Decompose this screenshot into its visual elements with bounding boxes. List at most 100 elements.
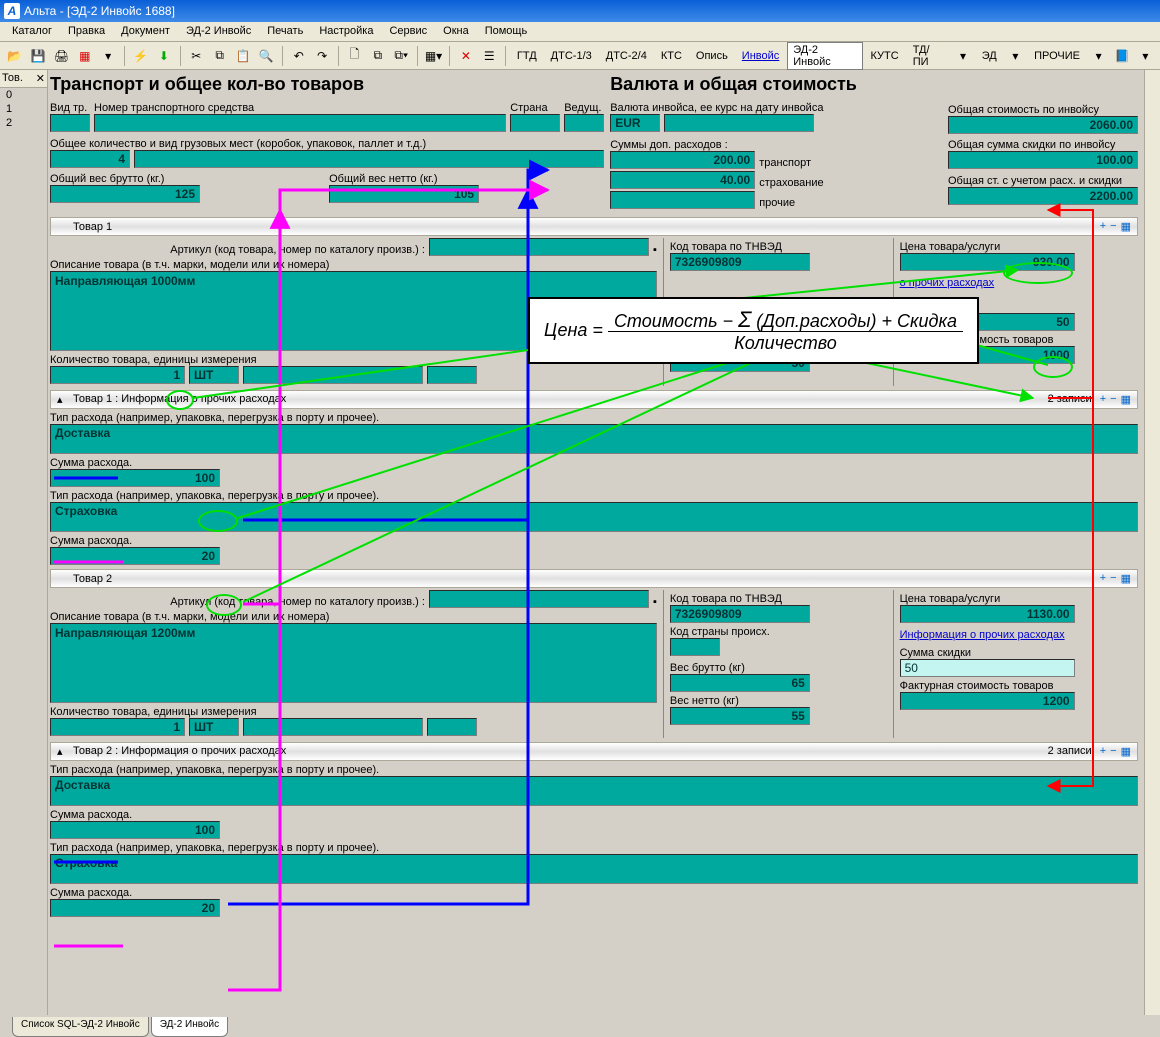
properties-icon[interactable]: ☰ [479,45,500,67]
dropdown-icon[interactable]: ▾ [952,45,973,67]
good1-expenses-header[interactable]: ▴Товар 1 : Информация о прочих расходах … [50,390,1138,409]
close-icon[interactable]: ✕ [36,72,45,85]
unit2-field[interactable] [427,366,477,384]
collapse-icon[interactable]: ▴ [57,393,67,406]
menu-windows[interactable]: Окна [435,23,477,40]
grid-icon[interactable]: ▦ [1121,572,1131,585]
exp-type-field[interactable]: Доставка [50,776,1138,806]
copy-doc-icon[interactable]: ⧉ [367,45,388,67]
sidebar-item[interactable]: 2 [0,116,47,130]
unit2-field[interactable] [427,718,477,736]
description-field[interactable]: Направляющая 1200мм [50,623,657,703]
item-netto-field[interactable]: 55 [670,707,810,725]
print-icon[interactable]: 🖨 [51,45,72,67]
unit-name-field[interactable] [243,718,423,736]
save-icon[interactable]: 💾 [27,45,48,67]
dropdown-icon[interactable]: ▾ [1005,45,1026,67]
exp-sum-field[interactable]: 100 [50,469,220,487]
menu-service[interactable]: Сервис [381,23,435,40]
copy-icon[interactable]: ⧉ [209,45,230,67]
cut-icon[interactable]: ✂ [186,45,207,67]
delete-icon[interactable]: ✕ [455,45,476,67]
artikul-field[interactable] [429,238,649,256]
grid-icon[interactable]: ▦▾ [423,45,444,67]
exp-type-field[interactable]: Страховка [50,502,1138,532]
sidebar-item[interactable]: 0 [0,88,47,102]
places-type-field[interactable] [134,150,604,168]
paste-icon[interactable]: 📋 [232,45,253,67]
item-brutto-field[interactable]: 65 [670,674,810,692]
invoice-discount-field[interactable]: 100.00 [948,151,1138,169]
other-cost-field[interactable] [610,191,755,209]
menu-print[interactable]: Печать [259,23,311,40]
vertical-scrollbar[interactable] [1144,70,1160,1015]
tnved-field[interactable]: 7326909809 [670,253,810,271]
collapse-icon[interactable]: ▴ [57,745,67,758]
preview-icon[interactable]: ▦ [74,45,95,67]
lightning-icon[interactable]: ⚡ [130,45,151,67]
menu-document[interactable]: Документ [113,23,178,40]
exp-sum-field[interactable]: 20 [50,899,220,917]
grid-icon[interactable]: ▦ [1121,745,1131,758]
grand-total-field[interactable]: 2200.00 [948,187,1138,205]
artikul-field[interactable] [429,590,649,608]
undo-icon[interactable]: ↶ [288,45,309,67]
good2-expenses-header[interactable]: ▴Товар 2 : Информация о прочих расходах … [50,742,1138,761]
link-dts24[interactable]: ДТС-2/4 [600,48,653,64]
price-field[interactable]: 1130.00 [900,605,1075,623]
sidebar-item[interactable]: 1 [0,102,47,116]
collapse-icon[interactable] [57,573,67,585]
link-gtd[interactable]: ГТД [511,48,543,64]
extra-costs-link[interactable]: о прочих расходах [900,277,995,289]
link-opis[interactable]: Опись [690,48,734,64]
extra-costs-link[interactable]: Информация о прочих расходах [900,629,1065,641]
good2-header[interactable]: Товар 2 +−▦ [50,569,1138,588]
qty-field[interactable]: 1 [50,366,185,384]
minus-icon[interactable]: − [1110,745,1116,758]
transport-cost-field[interactable]: 200.00 [610,151,755,169]
unit-field[interactable]: ШТ [189,366,239,384]
book-icon[interactable]: 📘 [1111,45,1132,67]
transport-number-field[interactable] [94,114,506,132]
invoice-total-field[interactable]: 2060.00 [948,116,1138,134]
exp-sum-field[interactable]: 100 [50,821,220,839]
menu-catalog[interactable]: Каталог [4,23,60,40]
lookup-icon[interactable]: ▪ [653,596,657,608]
rate-field[interactable] [664,114,814,132]
plus-icon[interactable]: + [1100,572,1106,585]
dropdown-icon[interactable]: ▾ [98,45,119,67]
collapse-icon[interactable] [57,221,67,233]
link-kuts[interactable]: КУТС [865,48,905,64]
exp-sum-field[interactable]: 20 [50,547,220,565]
insurance-cost-field[interactable]: 40.00 [610,171,755,189]
link-tdpi[interactable]: ТД/ПИ [907,42,951,70]
good1-header[interactable]: Товар 1 +−▦ [50,217,1138,236]
minus-icon[interactable]: − [1110,393,1116,406]
download-icon[interactable]: ⬇ [153,45,174,67]
plus-icon[interactable]: + [1100,393,1106,406]
unit-field[interactable]: ШТ [189,718,239,736]
places-qty-field[interactable]: 4 [50,150,130,168]
link-other[interactable]: ПРОЧИЕ [1028,48,1086,64]
link-ed2-invoice[interactable]: ЭД-2 Инвойс [787,42,862,70]
link-kts[interactable]: КТС [655,48,688,64]
leading-field[interactable] [564,114,604,132]
menu-ed2-invoice[interactable]: ЭД-2 Инвойс [178,23,259,40]
menu-edit[interactable]: Правка [60,23,113,40]
lookup-icon[interactable]: ▪ [653,244,657,256]
tnved-field[interactable]: 7326909809 [670,605,810,623]
country-field[interactable] [510,114,560,132]
link-ed[interactable]: ЭД [976,48,1003,64]
link-invoice[interactable]: Инвойс [736,48,785,64]
open-icon[interactable]: 📂 [4,45,25,67]
minus-icon[interactable]: − [1110,220,1116,233]
exp-type-field[interactable]: Доставка [50,424,1138,454]
unit-name-field[interactable] [243,366,423,384]
vid-tr-field[interactable] [50,114,90,132]
minus-icon[interactable]: − [1110,572,1116,585]
plus-icon[interactable]: + [1100,745,1106,758]
paste-doc-icon[interactable]: ⧉▾ [391,45,412,67]
invoice-value-field[interactable]: 1200 [900,692,1075,710]
net-weight-field[interactable]: 105 [329,185,479,203]
find-icon[interactable]: 🔍 [256,45,277,67]
